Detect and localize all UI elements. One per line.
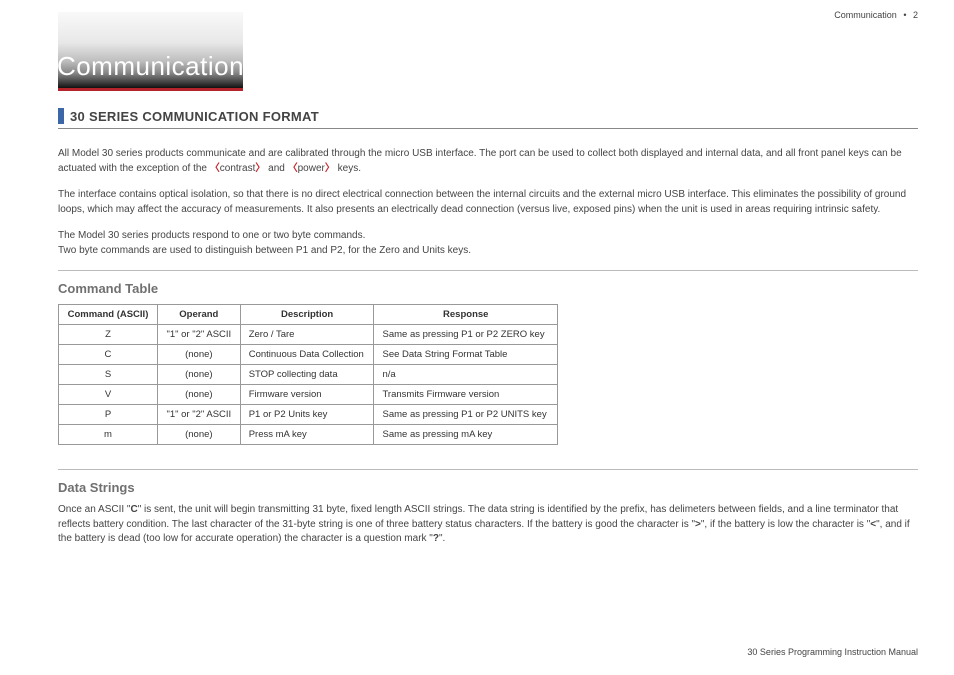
table-row: m(none)Press mA keySame as pressing mA k… — [59, 425, 558, 445]
intro-paragraph-2: The interface contains optical isolation… — [58, 188, 918, 217]
breadcrumb-page: 2 — [913, 10, 918, 20]
chapter-title: Communication — [57, 51, 244, 82]
table-cell: "1" or "2" ASCII — [157, 405, 240, 425]
table-cell: V — [59, 385, 158, 405]
table-row: P"1" or "2" ASCIIP1 or P2 Units keySame … — [59, 405, 558, 425]
data-strings-heading: Data Strings — [58, 480, 918, 495]
table-row: C(none)Continuous Data CollectionSee Dat… — [59, 345, 558, 365]
data-strings-paragraph: Once an ASCII "C" is sent, the unit will… — [58, 503, 918, 547]
table-cell: Firmware version — [240, 385, 374, 405]
title-accent-bar — [58, 88, 243, 91]
table-header: Command (ASCII) — [59, 305, 158, 325]
table-header: Description — [240, 305, 374, 325]
command-table-heading: Command Table — [58, 281, 918, 296]
table-cell: (none) — [157, 365, 240, 385]
table-cell: Same as pressing P1 or P2 UNITS key — [374, 405, 558, 425]
breadcrumb-bullet: • — [903, 10, 906, 20]
table-cell: See Data String Format Table — [374, 345, 558, 365]
brace-close-icon: 〉 — [255, 163, 265, 174]
table-cell: (none) — [157, 425, 240, 445]
section-underline — [58, 128, 918, 129]
table-cell: Z — [59, 325, 158, 345]
table-cell: (none) — [157, 385, 240, 405]
table-cell: Same as pressing P1 or P2 ZERO key — [374, 325, 558, 345]
brace-close-icon: 〉 — [325, 163, 335, 174]
table-row: V(none)Firmware versionTransmits Firmwar… — [59, 385, 558, 405]
table-cell: (none) — [157, 345, 240, 365]
intro-paragraph-3: The Model 30 series products respond to … — [58, 229, 918, 258]
table-row: S(none)STOP collecting datan/a — [59, 365, 558, 385]
brace-open-icon: 〈 — [288, 163, 298, 174]
table-cell: Continuous Data Collection — [240, 345, 374, 365]
table-cell: n/a — [374, 365, 558, 385]
divider — [58, 270, 918, 271]
chapter-title-box: Communication — [58, 12, 243, 88]
breadcrumb-text: Communication — [834, 10, 897, 20]
section-title: 30 SERIES COMMUNICATION FORMAT — [70, 109, 319, 124]
table-cell: C — [59, 345, 158, 365]
breadcrumb: Communication • 2 — [834, 10, 918, 20]
table-cell: m — [59, 425, 158, 445]
table-cell: STOP collecting data — [240, 365, 374, 385]
section-title-row: 30 SERIES COMMUNICATION FORMAT — [58, 108, 918, 124]
divider — [58, 469, 918, 470]
table-cell: Same as pressing mA key — [374, 425, 558, 445]
table-header: Response — [374, 305, 558, 325]
table-cell: Press mA key — [240, 425, 374, 445]
command-table: Command (ASCII)OperandDescriptionRespons… — [58, 304, 558, 445]
table-cell: P1 or P2 Units key — [240, 405, 374, 425]
table-cell: Transmits Firmware version — [374, 385, 558, 405]
table-header: Operand — [157, 305, 240, 325]
table-cell: Zero / Tare — [240, 325, 374, 345]
intro-paragraph-1: All Model 30 series products communicate… — [58, 147, 918, 176]
brace-open-icon: 〈 — [210, 163, 220, 174]
footer-text: 30 Series Programming Instruction Manual — [747, 647, 918, 657]
table-row: Z"1" or "2" ASCIIZero / TareSame as pres… — [59, 325, 558, 345]
section-accent-stub — [58, 108, 64, 124]
table-cell: S — [59, 365, 158, 385]
table-cell: "1" or "2" ASCII — [157, 325, 240, 345]
table-cell: P — [59, 405, 158, 425]
